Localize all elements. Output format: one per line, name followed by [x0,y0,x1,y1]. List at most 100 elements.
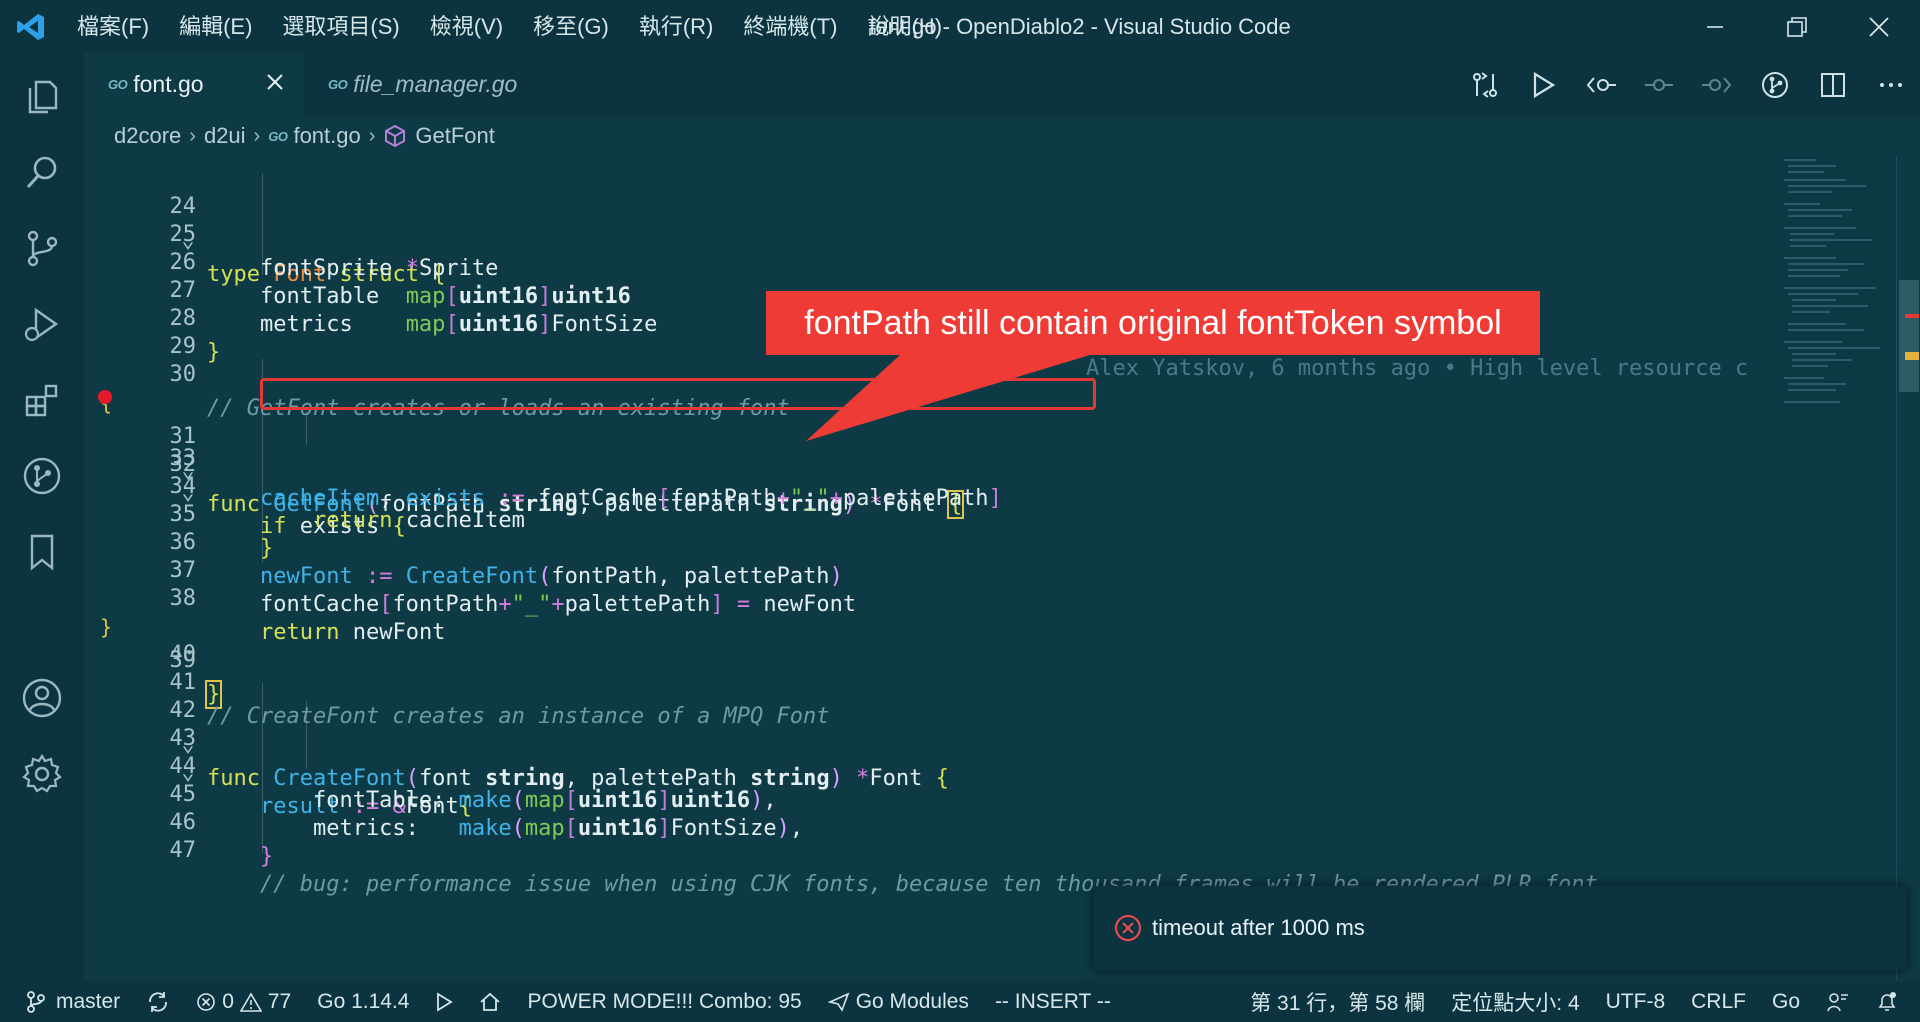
bookmarks-button[interactable] [0,517,84,587]
explorer-button[interactable] [0,61,84,131]
accounts-button[interactable] [0,663,84,733]
line-number: 47 [169,838,197,863]
open-changes-button[interactable] [1456,53,1514,116]
go-version[interactable]: Go 1.14.4 [304,981,422,1022]
git-commit-icon [1645,78,1673,91]
language-mode[interactable]: Go [1759,981,1813,1022]
git-lens-icon [1762,71,1788,98]
menu-go[interactable]: 移至(G) [518,0,624,53]
method-symbol-icon [385,124,406,148]
more-actions-button[interactable] [1862,53,1920,116]
minimap-preview-icon [1784,159,1880,403]
split-editor-icon [1821,72,1845,97]
power-mode-indicator: POWER MODE!!! Combo: 95 [527,989,802,1013]
minimap[interactable] [1776,156,1896,981]
annotation-highlight-box [260,378,1096,410]
go-file-icon: GO [108,77,128,92]
title-bar: 檔案(F) 編輯(E) 選取項目(S) 檢視(V) 移至(G) 執行(R) 終端… [0,0,1920,53]
error-marker [1905,314,1919,318]
search-icon [26,156,57,189]
close-tab-button[interactable] [260,67,290,97]
problems-indicator[interactable]: 0 77 [183,981,304,1022]
bookmark-icon [30,534,54,571]
account-icon [22,678,62,718]
branch-name: master [56,989,121,1013]
close-window-button[interactable] [1838,0,1920,53]
status-bar: master 0 77 Go 1.14.4 POWER MODE!!! Comb… [0,981,1920,1022]
chevron-right-icon: › [368,124,376,147]
tab-label: file_manager.go [353,71,518,97]
branch-indicator[interactable]: master [0,981,133,1022]
previous-change-button[interactable] [1572,53,1630,116]
breadcrumb: d2core › d2ui › GO font.go › GetFont [84,116,1920,156]
breadcrumb-item[interactable]: font.go [293,123,360,149]
code-editor[interactable]: 24 ⌄ type Font struct { 25 fontSprite *S… [84,156,1920,981]
cursor-position[interactable]: 第 31 行，第 58 欄 [1237,981,1438,1022]
run-debug-button[interactable] [0,289,84,359]
split-editor-button[interactable] [1804,53,1862,116]
go-modules-indicator[interactable]: Go Modules [815,981,982,1022]
editor-actions [1456,53,1920,116]
run-button[interactable] [422,981,466,1022]
end-of-line[interactable]: CRLF [1678,981,1759,1022]
minimize-button[interactable] [1674,0,1756,53]
play-icon [437,991,454,1012]
encoding[interactable]: UTF-8 [1593,981,1679,1022]
chevron-right-icon: › [253,124,261,147]
menu-run[interactable]: 執行(R) [624,0,729,53]
feedback-button[interactable] [1813,981,1863,1022]
go-file-icon: GO [268,128,288,144]
menu-edit[interactable]: 編輯(E) [164,0,267,53]
breadcrumb-item[interactable]: GetFont [415,123,494,149]
menu-file[interactable]: 檔案(F) [62,0,164,53]
code-line: 47 // bug: performance issue when using … [84,800,1774,897]
tab-file-manager-go[interactable]: GO file_manager.go [304,53,562,116]
run-file-button[interactable] [1514,53,1572,116]
git-branch-icon [27,990,45,1013]
tab-font-go[interactable]: GO font.go [84,53,304,116]
home-button[interactable] [466,981,514,1022]
vim-mode: -- INSERT -- [994,989,1111,1013]
home-icon [480,992,501,1011]
indentation[interactable]: 定位點大小: 4 [1438,981,1592,1022]
error-count: 0 [222,989,234,1013]
warning-icon [239,991,262,1012]
compare-changes-icon [1473,71,1497,98]
source-control-button[interactable] [0,213,84,283]
toggle-blame-button[interactable] [1746,53,1804,116]
files-icon [28,80,58,114]
go-file-icon: GO [328,77,348,92]
extensions-button[interactable] [0,365,84,435]
warning-marker [1905,352,1919,360]
settings-button[interactable] [0,739,84,809]
vertical-scrollbar[interactable] [1896,156,1920,981]
search-button[interactable] [0,137,84,207]
more-icon [1880,82,1902,87]
close-icon [267,74,283,90]
menu-terminal[interactable]: 終端機(T) [728,0,852,53]
vscode-logo-icon [0,0,62,53]
menu-view[interactable]: 檢視(V) [415,0,518,53]
commit-button[interactable] [1630,53,1688,116]
menu-help[interactable]: 說明(H) [852,0,957,53]
bell-icon [1878,991,1896,1011]
menu-selection[interactable]: 選取項目(S) [267,0,414,53]
callout-text: fontPath still contain original fontToke… [804,303,1502,342]
notifications-button[interactable] [1863,981,1920,1022]
next-change-button[interactable] [1688,53,1746,116]
debug-icon [24,307,59,342]
notification-message: timeout after 1000 ms [1152,915,1365,940]
git-graph-button[interactable] [0,441,84,511]
sync-button[interactable] [133,981,183,1022]
scrollbar-thumb[interactable] [1899,280,1919,392]
feedback-icon [1827,992,1848,1011]
activity-bar [0,53,84,981]
sync-icon [149,991,168,1012]
breakpoint-icon[interactable] [98,390,112,404]
restore-button[interactable] [1756,0,1838,53]
breadcrumb-item[interactable]: d2core [114,123,181,149]
go-modules-label: Go Modules [855,989,969,1013]
notification-toast[interactable]: timeout after 1000 ms [1094,886,1906,970]
git-next-icon [1702,76,1732,93]
breadcrumb-item[interactable]: d2ui [204,123,246,149]
